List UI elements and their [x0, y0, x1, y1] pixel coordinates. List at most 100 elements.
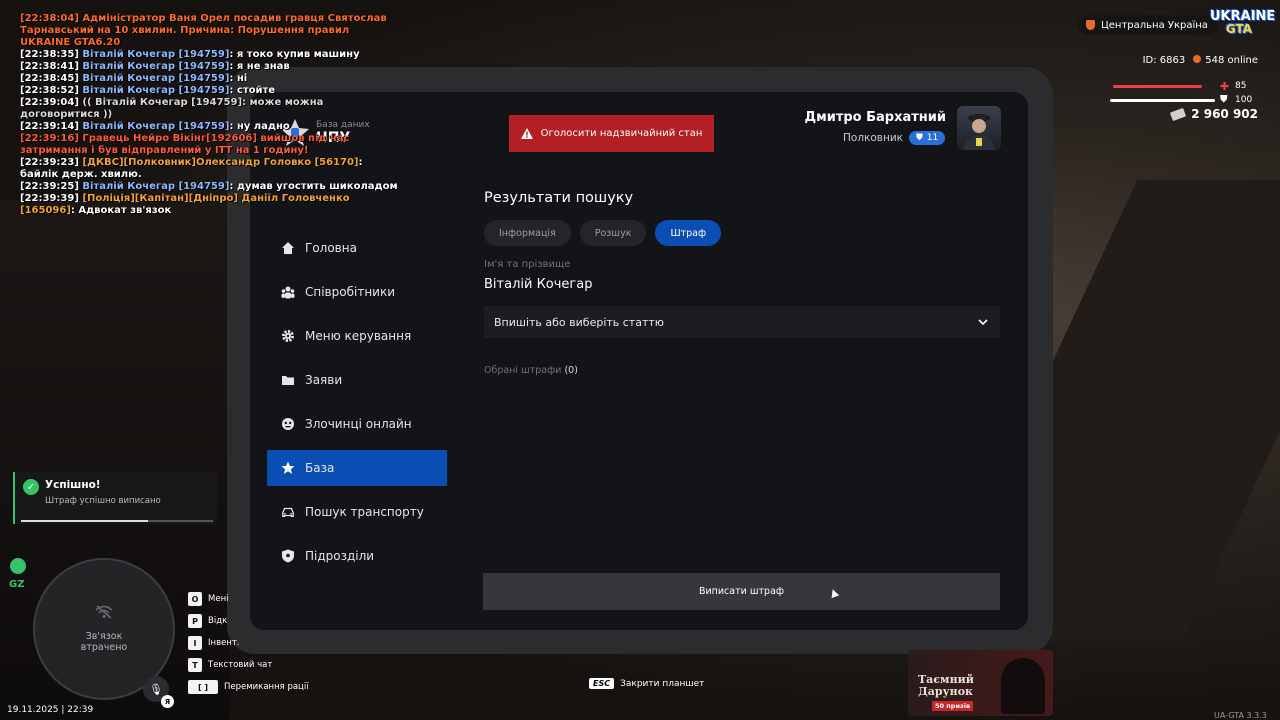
greenzone-label: GZ	[9, 579, 25, 590]
check-icon: ✓	[23, 479, 39, 495]
hotkey-hint: P Відк	[188, 610, 309, 632]
rank-shield-icon: ⛊	[916, 133, 923, 143]
chat-segment: : ну ладно	[229, 121, 290, 132]
hotkey-hint: T Текстовий чат	[188, 654, 309, 676]
promo-banner[interactable]: Таємний Дарунок 50 призів	[908, 650, 1053, 716]
money-value: 2 960 902	[1191, 107, 1258, 121]
sidebar-item-label: Злочинці онлайн	[305, 417, 412, 431]
notification-progress	[21, 520, 213, 522]
sidebar-item[interactable]: База	[267, 450, 447, 486]
sidebar-item[interactable]: Пошук транспорту	[267, 494, 447, 530]
sidebar-item[interactable]: Злочинці онлайн	[267, 406, 447, 442]
hotkey-hint: [ ] Перемикання рації	[188, 676, 309, 698]
chat-segment: [22:38:52]	[20, 85, 83, 96]
connection-lost-line1: Зв'язок	[85, 631, 123, 642]
chat-segment: [ДКВС][Полковник]Олександр Головко [5617…	[82, 157, 359, 168]
chat-segment: [22:39:14]	[20, 121, 83, 132]
chat-segment: : ні	[229, 73, 248, 84]
article-select[interactable]: Впишіть або виберіть статтю	[484, 306, 1000, 338]
issue-fine-button[interactable]: Виписати штраф	[483, 573, 1000, 610]
sidebar-item-label: Пошук транспорту	[305, 505, 424, 519]
chat-segment: Віталій Кочегар [194759]	[82, 49, 230, 60]
notification-progress-fill	[21, 520, 148, 522]
hotkey-key: I	[188, 636, 202, 650]
sidebar-item-label: Заяви	[305, 373, 343, 387]
sidebar-item[interactable]: Підрозділи	[267, 538, 447, 574]
star-icon	[281, 461, 295, 475]
emergency-alert-button[interactable]: Оголосити надзвичайний стан	[509, 115, 714, 152]
online-icon	[1193, 55, 1202, 63]
chat-segment: Віталій Кочегар [194759]	[82, 181, 230, 192]
hotkey-key: [ ]	[188, 680, 218, 694]
article-select-placeholder: Впишіть або виберіть статтю	[494, 315, 665, 329]
money-display: 2 960 902	[1170, 107, 1258, 121]
promo-title: Таємний Дарунок	[918, 674, 974, 698]
officer-rank-row: Полковник ⛊ 11	[843, 131, 946, 145]
chat-segment: [22:39:39]	[20, 193, 83, 204]
results-title: Результати пошуку	[484, 190, 634, 206]
connection-lost-line2: втрачено	[80, 642, 128, 653]
chat-line: [22:38:52] Віталій Кочегар [194759]: сто…	[20, 85, 400, 97]
close-tablet-hint[interactable]: ESC Закрити планшет	[589, 678, 704, 689]
sidebar-item-label: Співробітники	[305, 285, 396, 299]
region-shield-icon	[1086, 20, 1095, 30]
sidebar-item[interactable]: Головна	[267, 230, 447, 266]
chat-segment: : стойте	[229, 85, 276, 96]
chat-segment: : Адвокат зв'язок	[70, 205, 172, 216]
sidebar-item-label: Головна	[305, 241, 357, 255]
sidebar-item[interactable]: Меню керування	[267, 318, 447, 354]
sidebar-item-label: Меню керування	[305, 329, 412, 343]
cash-icon	[1170, 107, 1187, 121]
promo-line2: Дарунок	[918, 685, 973, 698]
result-tabs: Інформація Розшук Штраф	[484, 220, 722, 246]
chat-line: [22:38:41] Віталій Кочегар [194759]: я н…	[20, 61, 400, 73]
full-name-label: Ім'я та прізвище	[484, 259, 571, 270]
armor-icon: ⛊	[1220, 94, 1228, 105]
region-badge: Центральна Україна	[1078, 15, 1218, 35]
chat-segment: : я токо купив машину	[229, 49, 360, 60]
emergency-alert-label: Оголосити надзвичайний стан	[540, 128, 703, 139]
selected-fines-count: (0)	[564, 365, 578, 376]
armor-bar	[1110, 99, 1215, 102]
online-count: 548 online	[1205, 55, 1258, 66]
officer-avatar	[957, 106, 1001, 150]
chat-segment: : я не знав	[229, 61, 290, 72]
no-signal-icon	[95, 605, 113, 619]
sidebar-item[interactable]: Співробітники	[267, 274, 447, 310]
chat-line: [22:38:45] Віталій Кочегар [194759]: ні	[20, 73, 400, 85]
sidebar-item-label: База	[305, 461, 335, 475]
esc-key: ESC	[589, 678, 615, 689]
chat-segment: [22:38:45]	[20, 73, 83, 84]
chat-line: [22:39:25] Віталій Кочегар [194759]: дум…	[20, 181, 400, 193]
region-name: Центральна Україна	[1101, 19, 1208, 31]
home-icon	[281, 241, 295, 255]
selected-fines-label: Обрані штрафи	[484, 365, 562, 376]
employees-icon	[281, 285, 295, 299]
game-version: UA-GTA 3.3.3	[1214, 711, 1267, 720]
result-tab[interactable]: Штраф	[655, 220, 722, 246]
full-name-value: Віталій Кочегар	[484, 277, 593, 292]
chat-line: [22:39:39] [Поліція][Капітан][Дніпро] Да…	[20, 193, 400, 217]
close-tablet-label: Закрити планшет	[620, 678, 705, 689]
connection-lost: Зв'язок втрачено	[81, 631, 127, 653]
chat-segment: : думав угостить шиколадом	[229, 181, 398, 192]
chevron-down-icon	[978, 319, 988, 325]
officer-portrait-icon	[963, 114, 995, 150]
chat-segment: [22:38:35]	[20, 49, 83, 60]
sidebar-item[interactable]: Заяви	[267, 362, 447, 398]
chat-segment: [22:39:23]	[20, 157, 83, 168]
rank-level: 11	[926, 133, 939, 143]
shield-icon	[281, 549, 295, 563]
chat-line: [22:38:35] Віталій Кочегар [194759]: я т…	[20, 49, 400, 61]
chat-segment: Віталій Кочегар [194759]	[82, 121, 230, 132]
health-bar	[1113, 85, 1203, 88]
notification-title: Успішно!	[45, 479, 101, 491]
result-tab[interactable]: Інформація	[484, 220, 571, 246]
success-notification: ✓ Успішно! Штраф успішно виписано	[13, 472, 217, 524]
chat-segment: [22:39:25]	[20, 181, 83, 192]
result-tab[interactable]: Розшук	[579, 220, 647, 246]
selected-fines: Обрані штрафи (0)	[484, 365, 578, 376]
hotkey-label: Мені	[208, 594, 229, 604]
chat-segment: Віталій Кочегар [194759]	[82, 61, 230, 72]
hotkey-key: O	[188, 592, 202, 606]
